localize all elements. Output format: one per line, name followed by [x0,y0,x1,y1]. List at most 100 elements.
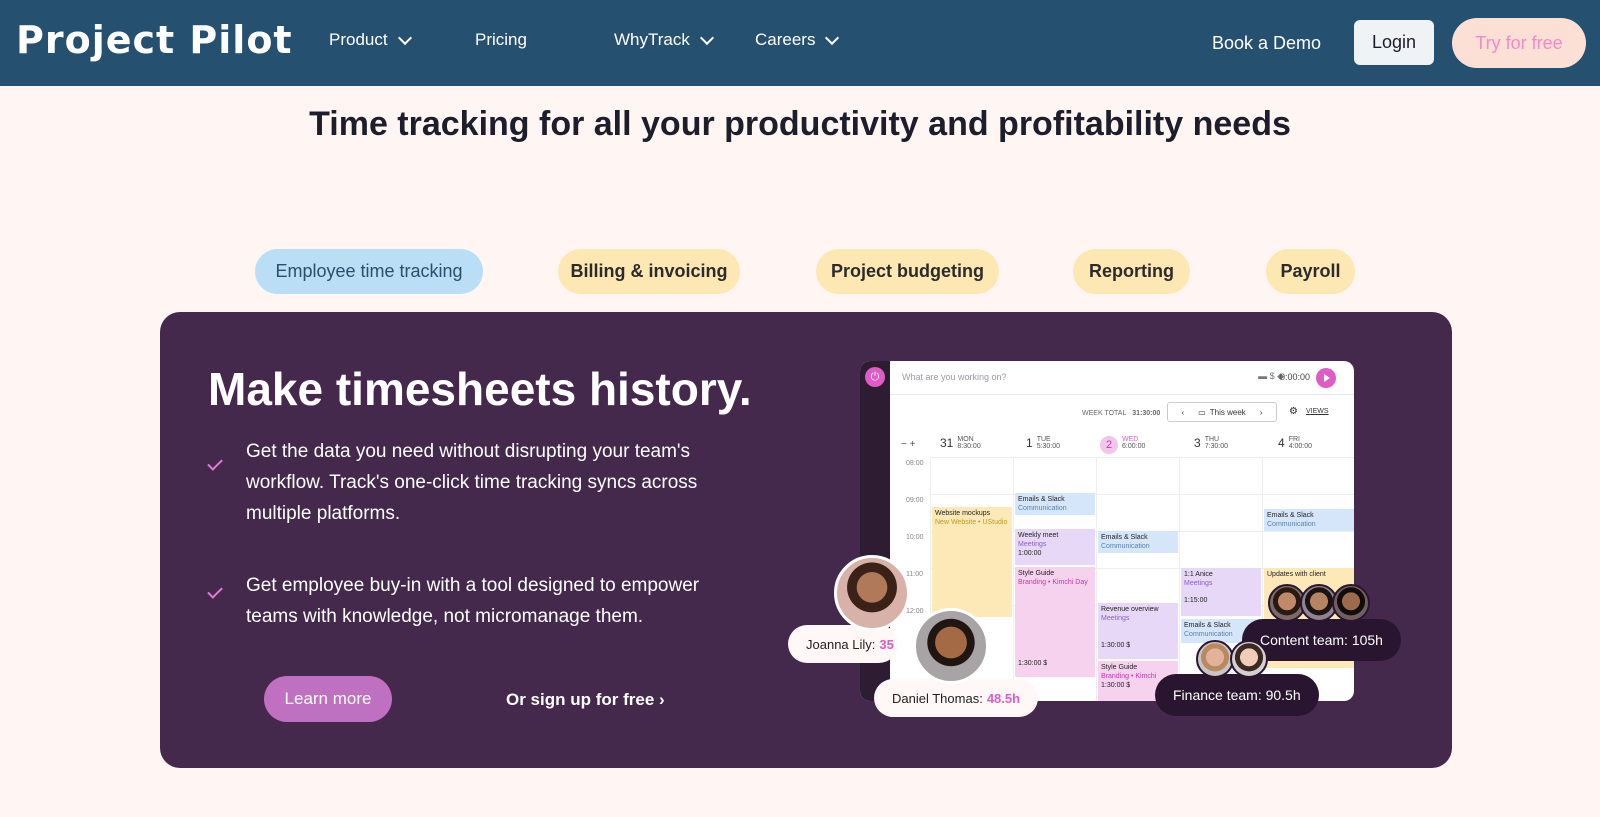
nav-product-label: Product [329,30,388,49]
day-header: 1 TUE 5:30:00 [1026,436,1060,450]
badge-hours: 35 [879,636,894,652]
chevron-down-icon [397,30,412,45]
entry-project: Communication [1018,505,1067,512]
time-entry: Website mockups New Website • UStudio [932,507,1012,617]
login-button[interactable]: Login [1354,20,1434,65]
signup-free-link[interactable]: Or sign up for free › [506,690,665,710]
day-header: 4 FRI 4:00:00 [1278,436,1312,450]
entry-title: 1:1 Anice [1184,571,1213,578]
day-header: 31 MON 8:30:00 [940,436,981,450]
nav-careers[interactable]: Careers [755,30,840,50]
entry-duration: 1:30:00 $ [1101,642,1131,649]
tab-project-budgeting[interactable]: Project budgeting [816,249,999,294]
timer-value: 0:00:00 [1279,372,1310,382]
nav-careers-label: Careers [755,30,816,49]
entry-title: Updates with client [1267,571,1326,578]
finance-team-badge: Finance team: 90.5h [1155,674,1319,716]
tab-employee-time-tracking[interactable]: Employee time tracking [255,249,483,294]
day-name: TUE [1036,436,1051,443]
badge-name: Joanna Lily: [806,636,876,652]
day-header: 2 WED 6:00:00 [1100,436,1145,454]
feature-bullet-text: Get employee buy-in with a tool designed… [246,575,700,627]
tab-payroll[interactable]: Payroll [1266,249,1355,294]
entry-project: Communication [1101,543,1150,550]
day-number: 1 [1026,436,1033,450]
page-headline: Time tracking for all your productivity … [309,105,1291,143]
hour-label: 10:00 [906,534,924,541]
panel-title: Make timesheets history. [208,363,752,415]
timer-description-placeholder: What are you working on? [902,372,1007,382]
entry-title: Style Guide [1018,570,1055,577]
chevron-down-icon [699,30,714,45]
power-icon: ⏻ [865,367,885,387]
feature-bullet: Get the data you need without disrupting… [207,436,736,529]
nav-product[interactable]: Product [329,30,412,50]
hour-label: 12:00 [906,608,924,615]
joanna-badge: Joanna Lily: 35 [788,625,898,663]
time-entry: 1:1 Anice Meetings 1:15:00 [1181,568,1261,616]
logo[interactable]: Project Pilot [16,18,293,62]
learn-more-button[interactable]: Learn more [264,676,392,722]
team-member-avatar [1230,640,1268,678]
entry-duration: 1:15:00 [1184,597,1208,604]
team-member-avatar [1196,640,1234,678]
day-name: FRI [1288,436,1300,443]
nav-pricing[interactable]: Pricing [475,30,527,50]
entry-project: Meetings [1101,615,1130,622]
time-entry: Emails & Slack Communication [1098,531,1178,553]
time-entry: Style Guide Branding • Kimchi Day 1:30:0… [1015,567,1095,677]
day-total: 8:30:00 [957,443,981,450]
entry-title: Emails & Slack [1267,512,1314,519]
views-dropdown: VIEWS [1306,408,1329,415]
play-icon [1316,368,1336,388]
entry-project: Meetings [1184,580,1213,587]
grid-column [1013,457,1014,701]
grid-column [1179,457,1180,701]
grid-line [930,457,1354,458]
day-name: MON [957,436,974,443]
entry-project: Communication [1267,521,1316,528]
hour-label: 11:00 [906,571,923,578]
time-entry: Weekly meet Meetings 1:00:00 [1015,529,1095,565]
feature-bullet: Get employee buy-in with a tool designed… [207,570,736,632]
daniel-avatar [913,608,989,684]
tab-billing-invoicing[interactable]: Billing & invoicing [558,249,740,294]
tab-reporting[interactable]: Reporting [1073,249,1190,294]
time-entry: Emails & Slack Communication [1015,493,1095,515]
feature-bullet-text: Get the data you need without disrupting… [246,441,698,524]
time-entry: Emails & Slack Communication [1264,509,1354,531]
entry-title: Emails & Slack [1101,534,1148,541]
day-header: 3 THU 7:30:00 [1194,436,1228,450]
book-demo-link[interactable]: Book a Demo [1212,33,1321,54]
entry-title: Style Guide [1101,664,1138,671]
entry-project: Meetings [1018,541,1047,548]
day-name: WED [1122,436,1139,443]
chevron-right-icon: › [1259,407,1263,417]
day-number: 31 [940,436,954,450]
gear-icon: ⚙ [1289,406,1298,417]
entry-duration: 1:00:00 [1018,550,1042,557]
week-selector-label: This week [1209,407,1246,417]
team-member-avatar [1332,584,1370,622]
day-number: 2 [1100,436,1118,454]
week-total-value: 31:30:00 [1132,410,1161,417]
grid-line [930,494,1354,495]
day-total: 5:30:00 [1036,443,1061,450]
time-entry: Revenue overview Meetings 1:30:00 $ [1098,603,1178,659]
feature-panel: Make timesheets history. Get the data yo… [160,312,1452,768]
chevron-left-icon: ‹ [1181,407,1185,417]
entry-title: Revenue overview [1101,606,1159,613]
try-free-button[interactable]: Try for free [1452,18,1586,68]
grid-column [1096,457,1097,701]
chevron-down-icon [825,30,840,45]
app-timer-bar: What are you working on? ▬ $ ◆ 0:00:00 [890,361,1354,395]
top-navbar: Project Pilot Product Pricing WhyTrack C… [0,0,1600,86]
week-total: WEEK TOTAL 31:30:00 [1082,410,1160,417]
entry-project: Branding • Kimchi Day [1018,579,1088,586]
day-number: 3 [1194,436,1201,450]
day-name: THU [1204,436,1220,443]
nav-whytrack[interactable]: WhyTrack [614,30,714,50]
hour-label: 09:00 [906,497,924,504]
hour-label: 08:00 [906,460,924,467]
calendar-icon: ▭ [1198,407,1206,417]
